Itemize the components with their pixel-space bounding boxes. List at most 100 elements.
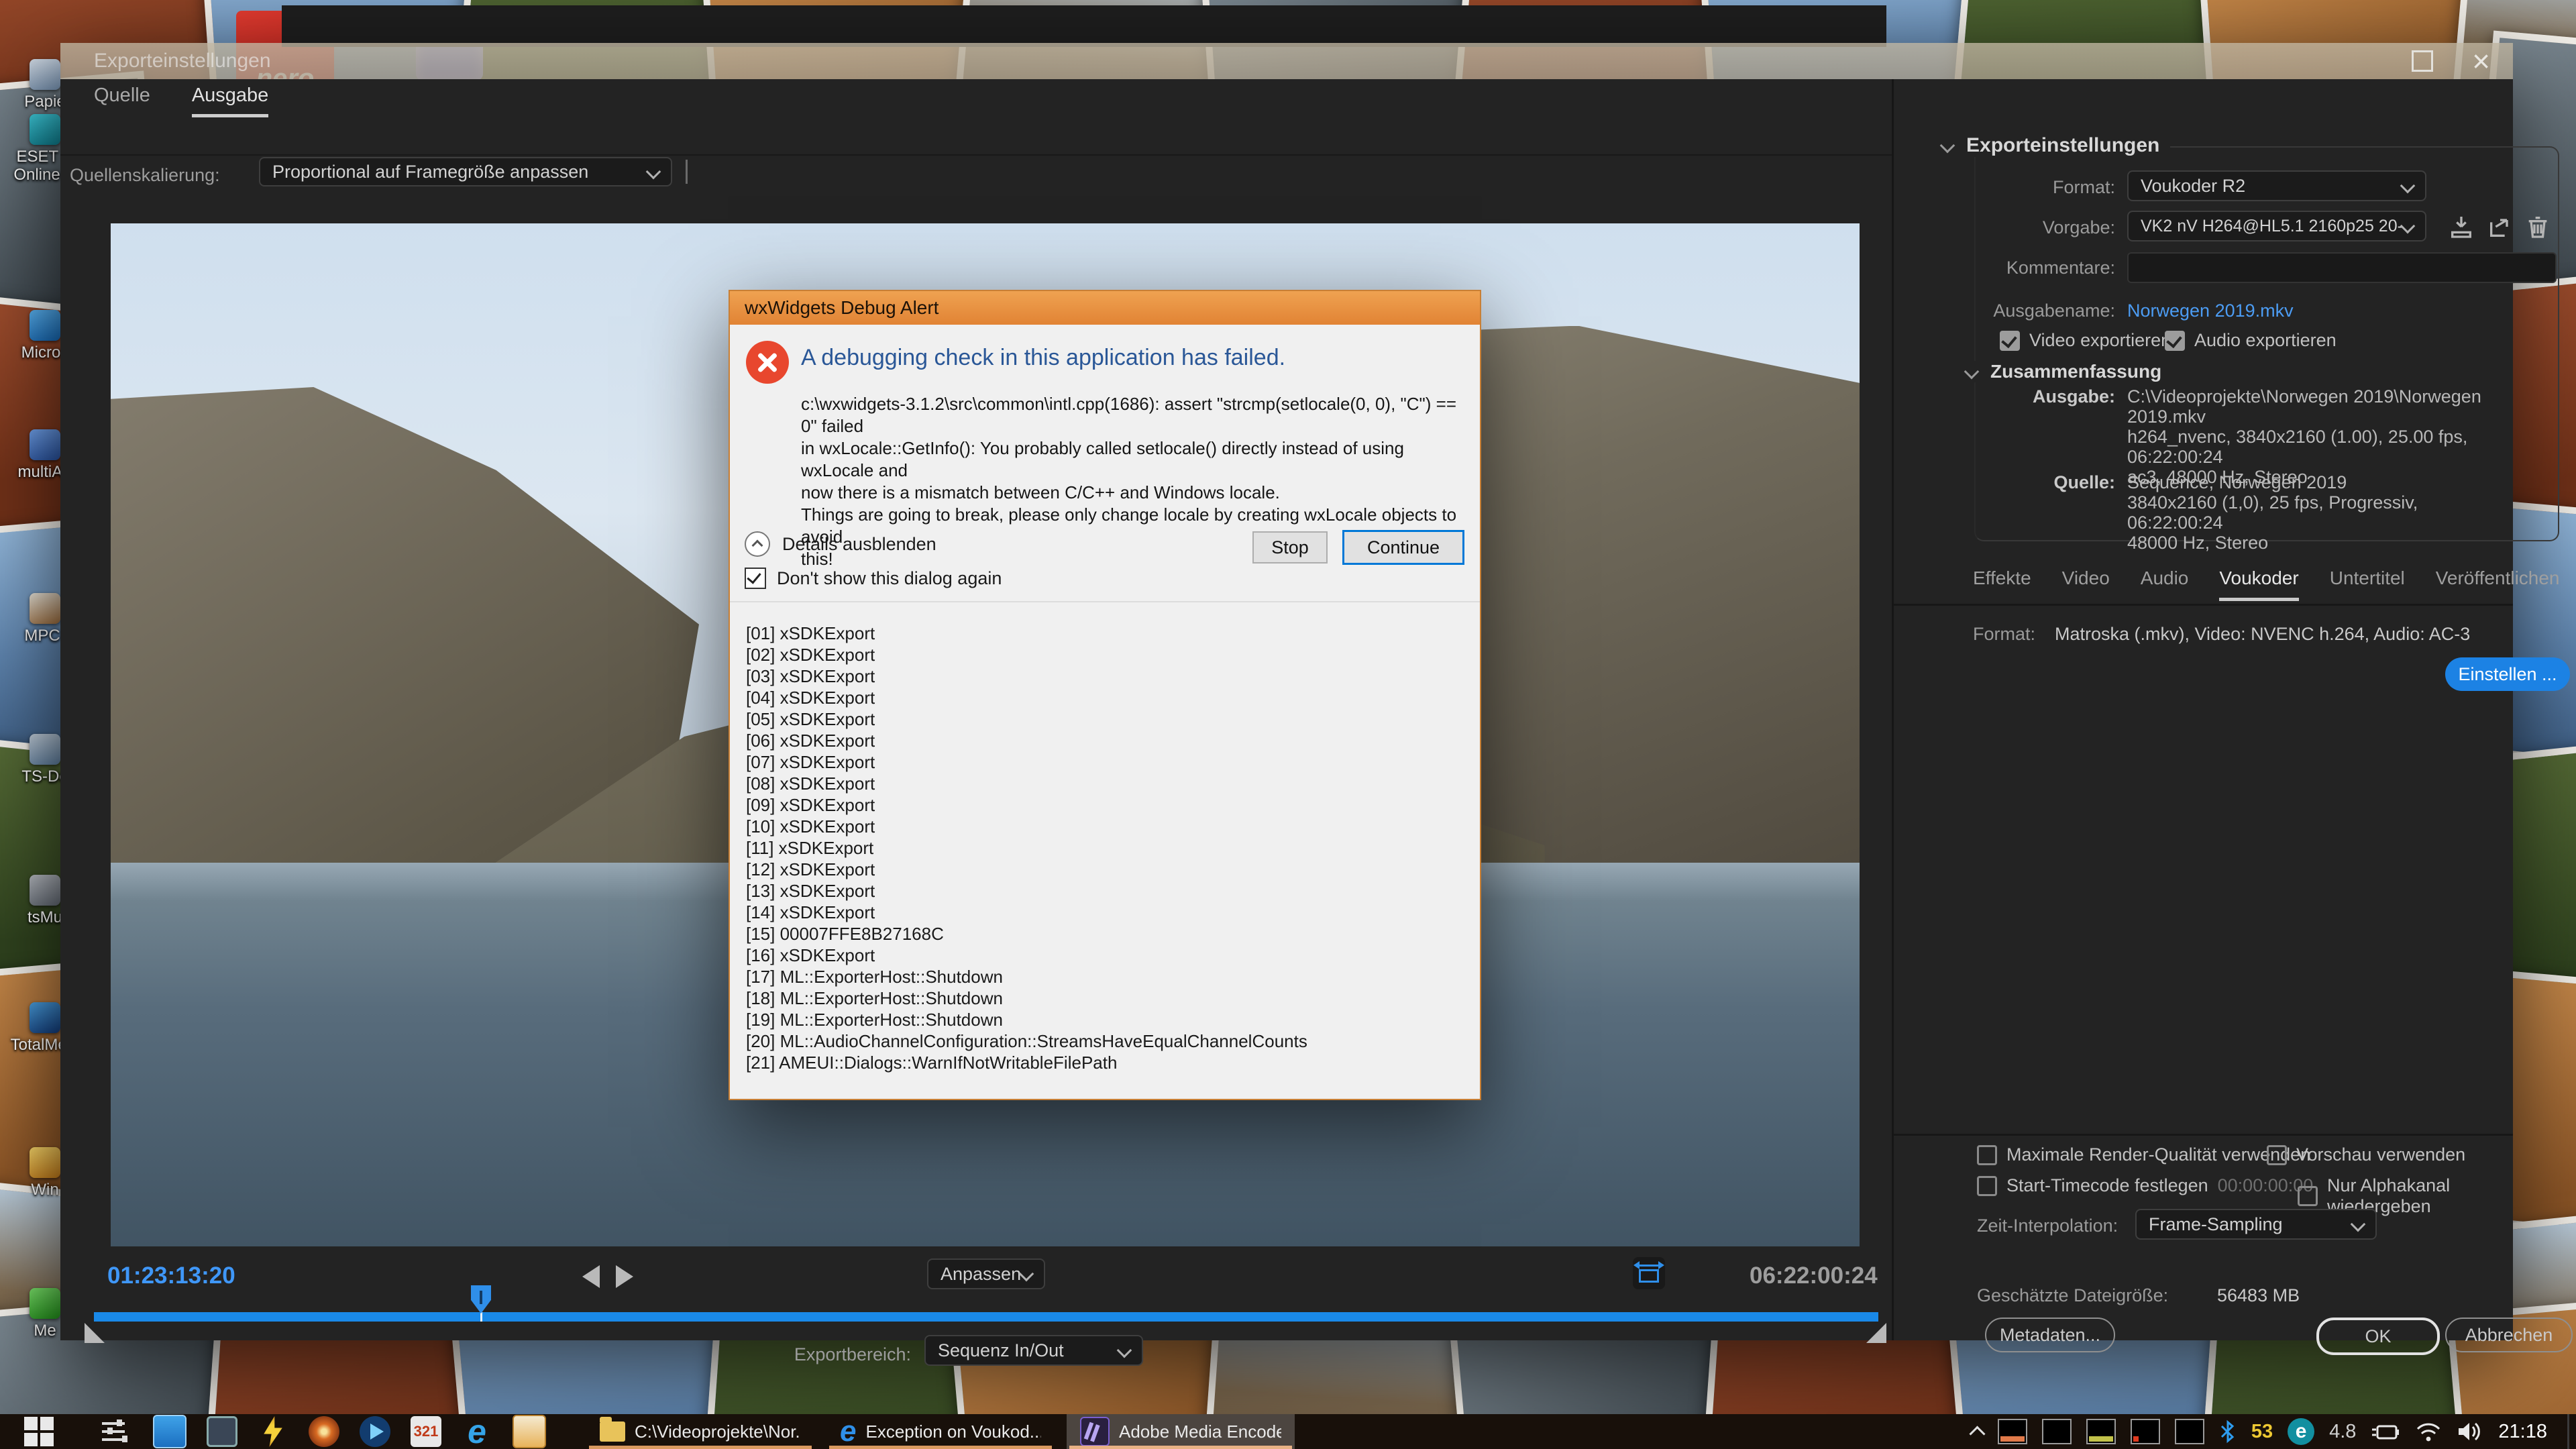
desktop-icon-thumbnail — [30, 1147, 60, 1178]
delete-preset-icon[interactable] — [2524, 213, 2551, 240]
format-select[interactable]: Voukoder R2 — [2127, 170, 2426, 201]
time-interp-select[interactable]: Frame-Sampling — [2135, 1209, 2377, 1240]
ok-button[interactable]: OK — [2316, 1318, 2440, 1355]
encoder-tab[interactable]: Effekte — [1973, 568, 2031, 601]
pane-splitter[interactable] — [686, 160, 688, 184]
export-video-label: Video exportieren — [2029, 330, 2171, 351]
dont-show-checkbox[interactable] — [745, 568, 766, 589]
preview-zoom-select[interactable]: Anpassen — [927, 1258, 1045, 1289]
sequence-duration: 06:22:00:24 — [1750, 1263, 1878, 1289]
window-titlebar[interactable]: Exporteinstellungen × — [60, 43, 2513, 79]
fit-to-width-button[interactable] — [1633, 1257, 1665, 1289]
panel-header[interactable]: Exporteinstellungen — [1942, 134, 2170, 157]
scheduler-icon[interactable] — [513, 1415, 546, 1448]
power-icon[interactable] — [2371, 1420, 2400, 1443]
wifi-icon[interactable] — [2415, 1421, 2442, 1442]
tab-ausgabe[interactable]: Ausgabe — [192, 85, 269, 117]
chevron-down-icon — [2400, 178, 2416, 194]
clock[interactable]: 21:18 — [2498, 1421, 2547, 1443]
media-player-icon[interactable] — [360, 1416, 390, 1447]
desktop-app-icon[interactable] — [153, 1415, 186, 1448]
encoder-tab[interactable]: Audio — [2141, 568, 2189, 601]
export-range-select[interactable]: Sequenz In/Out — [924, 1335, 1143, 1366]
stack-entry: [17] ML::ExporterHost::Shutdown — [746, 966, 1473, 987]
estimated-size-label: Geschätzte Dateigröße: — [1977, 1285, 2168, 1306]
timeline-bar[interactable] — [94, 1312, 1878, 1322]
background-window-strip[interactable] — [282, 5, 1886, 47]
temp-indicator[interactable]: 53 — [2251, 1421, 2273, 1443]
export-range-label: Exportbereich: — [731, 1344, 911, 1365]
comments-input[interactable] — [2127, 252, 2557, 283]
summary-output-label: Ausgabe: — [2015, 386, 2115, 407]
preset-select[interactable]: VK2 nV H264@HL5.1 2160p25 20-40... — [2127, 211, 2426, 241]
show-desktop-button[interactable] — [2567, 1414, 2569, 1449]
collapse-circle-icon[interactable] — [745, 531, 770, 557]
export-video-checkbox[interactable] — [2000, 331, 2020, 351]
scaling-select[interactable]: Proportional auf Framegröße anpassen — [259, 157, 672, 186]
encoder-tab[interactable]: Veröffentlichen — [2436, 568, 2560, 601]
volume-icon[interactable] — [2457, 1420, 2483, 1443]
details-toggle[interactable]: Details ausblenden — [745, 531, 936, 557]
start-button[interactable] — [24, 1417, 54, 1446]
max-quality-checkbox[interactable] — [1977, 1145, 1997, 1165]
tray-expand-icon[interactable] — [1969, 1426, 1985, 1442]
stack-trace-list[interactable]: [01] xSDKExport[02] xSDKExport[03] xSDKE… — [746, 623, 1473, 1093]
alpha-only-checkbox[interactable] — [2298, 1186, 2318, 1206]
encoder-tab[interactable]: Untertitel — [2330, 568, 2405, 601]
chevron-collapse-icon — [1940, 138, 1955, 154]
output-name-link[interactable]: Norwegen 2019.mkv — [2127, 301, 2294, 321]
summary-header[interactable]: Zusammenfassung — [1966, 361, 2172, 382]
out-point-handle[interactable] — [1866, 1323, 1886, 1343]
import-preset-icon[interactable] — [2487, 213, 2514, 240]
stack-entry: [21] AMEUI::Dialogs::WarnIfNotWritableFi… — [746, 1052, 1473, 1073]
nero-burning-icon[interactable] — [309, 1416, 339, 1447]
current-timecode[interactable]: 01:23:13:20 — [107, 1263, 235, 1289]
encoder-tab[interactable]: Voukoder — [2219, 568, 2298, 601]
encoder-tabs: Effekte Video Audio Voukoder Untertitel Veröf… — [1973, 568, 2560, 601]
save-preset-icon[interactable] — [2448, 213, 2475, 240]
monitor-widget[interactable] — [2175, 1419, 2204, 1444]
summary-source-lines: Sequence, Norwegen 20193840x2160 (1,0), … — [2127, 472, 2513, 553]
cancel-button[interactable]: Abbrechen — [2445, 1318, 2573, 1352]
alert-heading: A debugging check in this application ha… — [801, 345, 1285, 371]
max-quality-label: Maximale Render-Qualität verwenden — [2006, 1144, 2310, 1165]
use-preview-checkbox[interactable] — [2267, 1145, 2287, 1165]
taskbar-button-explorer[interactable]: C:\Videoprojekte\Nor... — [586, 1414, 814, 1449]
frame-step-buttons — [582, 1265, 633, 1288]
mpc-icon[interactable]: 321 — [411, 1416, 441, 1447]
task-view-icon[interactable] — [102, 1419, 129, 1444]
playhead-handle[interactable] — [471, 1285, 491, 1313]
prev-frame-icon[interactable] — [582, 1265, 600, 1288]
metadata-button[interactable]: Metadaten... — [1985, 1318, 2115, 1352]
continue-button[interactable]: Continue — [1342, 530, 1464, 565]
configure-button[interactable]: Einstellen ... — [2445, 657, 2570, 691]
next-frame-icon[interactable] — [616, 1265, 633, 1288]
bluetooth-icon[interactable] — [2219, 1419, 2237, 1444]
monitor-widget[interactable] — [2042, 1419, 2072, 1444]
export-audio-checkbox[interactable] — [2165, 331, 2185, 351]
tab-quelle[interactable]: Quelle — [94, 85, 150, 117]
app-grid-icon[interactable] — [207, 1416, 237, 1447]
winamp-icon[interactable] — [258, 1416, 288, 1447]
taskbar-button-edge[interactable]: e Exception on Voukod... — [826, 1414, 1055, 1449]
monitor-widget[interactable] — [1998, 1419, 2027, 1444]
panel-header-label: Exporteinstellungen — [1966, 134, 2159, 157]
close-icon[interactable]: × — [2472, 52, 2490, 70]
taskbar-button-media-encoder[interactable]: Adobe Media Encoder... — [1067, 1414, 1295, 1449]
internet-explorer-icon[interactable]: e — [462, 1416, 492, 1447]
start-timecode-checkbox[interactable] — [1977, 1176, 1997, 1196]
maximize-icon[interactable] — [2412, 50, 2433, 72]
stack-entry: [05] xSDKExport — [746, 708, 1473, 730]
pinned-apps: 321 e — [153, 1415, 546, 1448]
usage-indicator[interactable]: 4.8 — [2329, 1421, 2356, 1443]
monitor-widget[interactable] — [2131, 1419, 2160, 1444]
in-point-handle[interactable] — [85, 1323, 105, 1343]
encoder-tab[interactable]: Video — [2062, 568, 2110, 601]
monitor-widget[interactable] — [2086, 1419, 2116, 1444]
stop-button[interactable]: Stop — [1252, 531, 1328, 564]
stack-entry: [04] xSDKExport — [746, 687, 1473, 708]
desktop-icon-thumbnail — [30, 593, 60, 624]
preset-label: Vorgabe: — [1974, 217, 2115, 238]
eset-antivirus-icon[interactable]: e — [2288, 1418, 2314, 1445]
alert-titlebar[interactable]: wxWidgets Debug Alert — [730, 291, 1480, 325]
